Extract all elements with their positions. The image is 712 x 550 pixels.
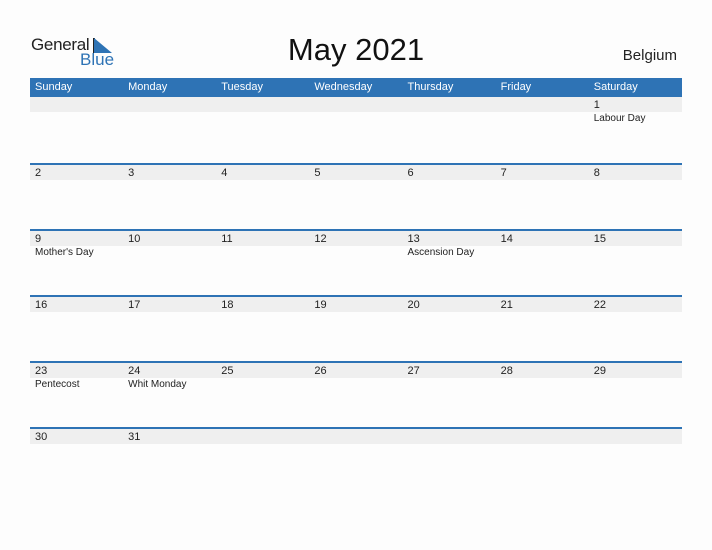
day-number: 31: [128, 431, 141, 443]
day-number-strip: 1: [30, 97, 682, 112]
day-number: [589, 429, 682, 444]
day-number: 5: [314, 167, 321, 179]
day-number: 7: [500, 167, 507, 179]
day-number: 15: [593, 233, 606, 245]
holiday-label: [123, 246, 216, 260]
weekday-tuesday: Tuesday: [221, 81, 264, 93]
day-number: 23: [35, 365, 48, 377]
weekday-header: Sunday Monday Tuesday Wednesday Thursday Frid…: [30, 78, 682, 97]
day-number: 8: [593, 167, 600, 179]
day-number-strip: 2 3 4 5 6 7 8: [30, 165, 682, 180]
day-number: 19: [314, 299, 327, 311]
holiday-label: [309, 378, 402, 392]
day-number: 4: [221, 167, 228, 179]
day-number: [309, 429, 402, 444]
day-number: [123, 97, 216, 112]
holiday-label: [216, 246, 309, 260]
week-row: 30 31: [30, 427, 682, 493]
weekday-friday: Friday: [500, 81, 532, 93]
holiday-label: [216, 112, 309, 126]
calendar-grid: Sunday Monday Tuesday Wednesday Thursday Frid…: [30, 78, 682, 493]
events-row: Pentecost Whit Monday: [30, 378, 682, 392]
holiday-label: [403, 378, 496, 392]
holiday-label: [309, 246, 402, 260]
events-row: Mother's Day Ascension Day: [30, 246, 682, 260]
day-number: 18: [221, 299, 234, 311]
day-number: 16: [35, 299, 48, 311]
holiday-label: [123, 112, 216, 126]
weekday-thursday: Thursday: [407, 81, 454, 93]
day-number: 20: [407, 299, 420, 311]
day-number: 17: [128, 299, 141, 311]
day-number-strip: 30 31: [30, 429, 682, 444]
holiday-label: [403, 112, 496, 126]
day-number-strip: 23 24 25 26 27 28 29: [30, 363, 682, 378]
day-number: [216, 97, 309, 112]
holiday-label: [496, 246, 589, 260]
day-number-strip: 16 17 18 19 20 21 22: [30, 297, 682, 312]
week-row: 1 Labour Day: [30, 97, 682, 163]
day-number-strip: 9 10 11 12 13 14 15: [30, 231, 682, 246]
weekday-wednesday: Wednesday: [314, 81, 373, 93]
day-number: 3: [128, 167, 135, 179]
day-number: 1: [593, 99, 600, 111]
holiday-label: [589, 378, 682, 392]
holiday-label: [30, 112, 123, 126]
day-number: 10: [128, 233, 141, 245]
day-number: 9: [35, 233, 42, 245]
day-number: 25: [221, 365, 234, 377]
week-row: 23 24 25 26 27 28 29 Pentecost Whit Monday: [30, 361, 682, 427]
country-label: Belgium: [622, 47, 677, 64]
holiday-label: [496, 378, 589, 392]
weekday-saturday: Saturday: [593, 81, 638, 93]
week-row: 9 10 11 12 13 14 15 Mother's Day Ascension Day: [30, 229, 682, 295]
day-number: 29: [593, 365, 606, 377]
day-number: 28: [500, 365, 513, 377]
day-number: [309, 97, 402, 112]
day-number: 14: [500, 233, 513, 245]
day-number: 22: [593, 299, 606, 311]
day-number: [403, 97, 496, 112]
holiday-label: Mother's Day: [35, 247, 94, 258]
holiday-label: [496, 112, 589, 126]
holiday-label: [309, 112, 402, 126]
holiday-label: Ascension Day: [407, 247, 475, 258]
holiday-label: [589, 246, 682, 260]
day-number: [30, 97, 123, 112]
day-number: 30: [35, 431, 48, 443]
day-number: 26: [314, 365, 327, 377]
day-number: [496, 429, 589, 444]
day-number: [403, 429, 496, 444]
holiday-label: [216, 378, 309, 392]
day-number: 27: [407, 365, 420, 377]
day-number: 11: [221, 233, 233, 245]
day-number: 2: [35, 167, 42, 179]
day-number: 21: [500, 299, 513, 311]
weekday-sunday: Sunday: [35, 81, 73, 93]
holiday-label: Whit Monday: [128, 379, 187, 390]
week-row: 2 3 4 5 6 7 8: [30, 163, 682, 229]
day-number: [496, 97, 589, 112]
events-row: Labour Day: [30, 112, 682, 126]
day-number: [216, 429, 309, 444]
day-number: 24: [128, 365, 141, 377]
week-row: 16 17 18 19 20 21 22: [30, 295, 682, 361]
weekday-monday: Monday: [128, 81, 168, 93]
day-number: 13: [407, 233, 420, 245]
day-number: 6: [407, 167, 414, 179]
holiday-label: Pentecost: [35, 379, 80, 390]
day-number: 12: [314, 233, 327, 245]
calendar-title: May 2021: [287, 32, 425, 67]
holiday-label: Labour Day: [593, 113, 646, 124]
